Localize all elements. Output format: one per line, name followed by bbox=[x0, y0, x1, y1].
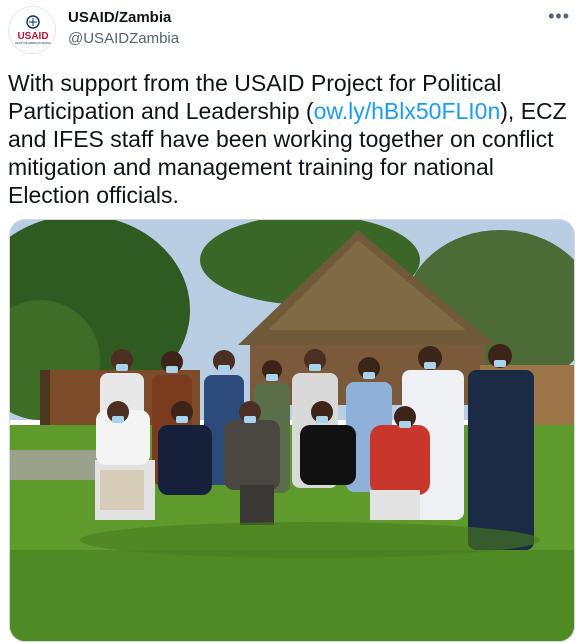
display-name[interactable]: USAID/Zambia bbox=[68, 9, 179, 27]
tweet-photo[interactable] bbox=[9, 219, 575, 642]
more-options-icon[interactable]: ••• bbox=[548, 6, 570, 26]
usaid-logo-icon: USAID FROM THE AMERICAN PEOPLE bbox=[10, 8, 55, 53]
group-photo-image bbox=[10, 220, 574, 641]
avatar-logo-subtext: FROM THE AMERICAN PEOPLE bbox=[15, 42, 51, 45]
avatar-logo-text: USAID bbox=[17, 31, 48, 42]
account-avatar[interactable]: USAID FROM THE AMERICAN PEOPLE bbox=[8, 6, 56, 54]
account-names: USAID/Zambia @USAIDZambia bbox=[68, 9, 179, 49]
tweet-text: With support from the USAID Project for … bbox=[8, 69, 578, 209]
photo-lawn-foreground bbox=[10, 550, 574, 641]
tweet-link[interactable]: ow.ly/hBlx50FLI0n bbox=[314, 98, 501, 124]
photo-path bbox=[10, 450, 100, 480]
account-handle[interactable]: @USAIDZambia bbox=[68, 29, 179, 49]
tweet-card: USAID FROM THE AMERICAN PEOPLE USAID/Zam… bbox=[0, 0, 588, 642]
photo-shadow bbox=[80, 522, 540, 558]
